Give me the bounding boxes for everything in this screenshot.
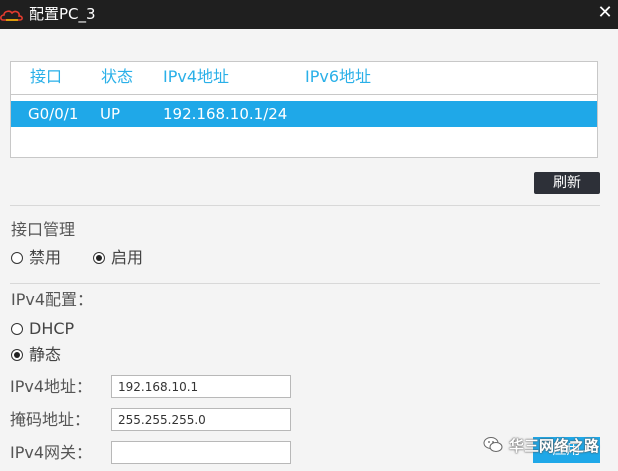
radio-button[interactable] — [11, 252, 23, 264]
window-title: 配置PC_3 — [29, 5, 96, 23]
radio-disable[interactable]: 禁用 — [11, 248, 61, 268]
column-header-ipv6: IPv6地址 — [305, 67, 372, 86]
watermark: 华三网络之路 — [483, 433, 599, 457]
ipv4-config-title: IPv4配置： — [11, 290, 94, 309]
close-icon[interactable]: ✕ — [596, 4, 614, 22]
radio-label-dhcp: DHCP — [29, 319, 75, 338]
column-header-interface: 接口 — [30, 67, 63, 86]
title-bar: 配置PC_3 ✕ — [0, 0, 618, 29]
cell-ipv4: 192.168.10.1/24 — [163, 105, 288, 123]
header-divider — [11, 94, 597, 95]
ipv4-address-label: IPv4地址： — [10, 377, 93, 396]
ipv4-gateway-label: IPv4网关： — [10, 443, 93, 462]
radio-label-enable: 启用 — [111, 248, 144, 267]
refresh-button[interactable]: 刷新 — [534, 172, 600, 194]
subnet-mask-label: 掩码地址： — [10, 410, 91, 429]
divider — [10, 283, 600, 284]
cell-port: G0/0/1 — [28, 105, 79, 123]
radio-label-disable: 禁用 — [29, 248, 62, 267]
radio-button-checked[interactable] — [11, 349, 23, 361]
ipv4-gateway-input[interactable] — [111, 441, 291, 464]
radio-dhcp[interactable]: DHCP — [11, 319, 74, 339]
cell-state: UP — [100, 105, 121, 123]
subnet-mask-input[interactable] — [111, 408, 291, 431]
column-header-state: 状态 — [101, 67, 134, 86]
watermark-text: 华三网络之路 — [509, 436, 600, 455]
interface-mgmt-title: 接口管理 — [11, 220, 76, 239]
table-row[interactable]: G0/0/1 UP 192.168.10.1/24 — [11, 101, 597, 127]
wechat-icon — [483, 437, 503, 452]
radio-button-checked[interactable] — [93, 252, 105, 264]
divider — [10, 205, 600, 206]
radio-static[interactable]: 静态 — [11, 345, 61, 365]
radio-label-static: 静态 — [29, 345, 62, 364]
column-header-ipv4: IPv4地址 — [163, 67, 230, 86]
radio-button[interactable] — [11, 323, 23, 335]
ipv4-address-input[interactable] — [111, 375, 291, 398]
radio-enable[interactable]: 启用 — [93, 248, 143, 268]
interface-table: 接口 状态 IPv4地址 IPv6地址 G0/0/1 UP 192.168.10… — [10, 61, 598, 158]
cloud-logo-icon — [0, 10, 23, 21]
